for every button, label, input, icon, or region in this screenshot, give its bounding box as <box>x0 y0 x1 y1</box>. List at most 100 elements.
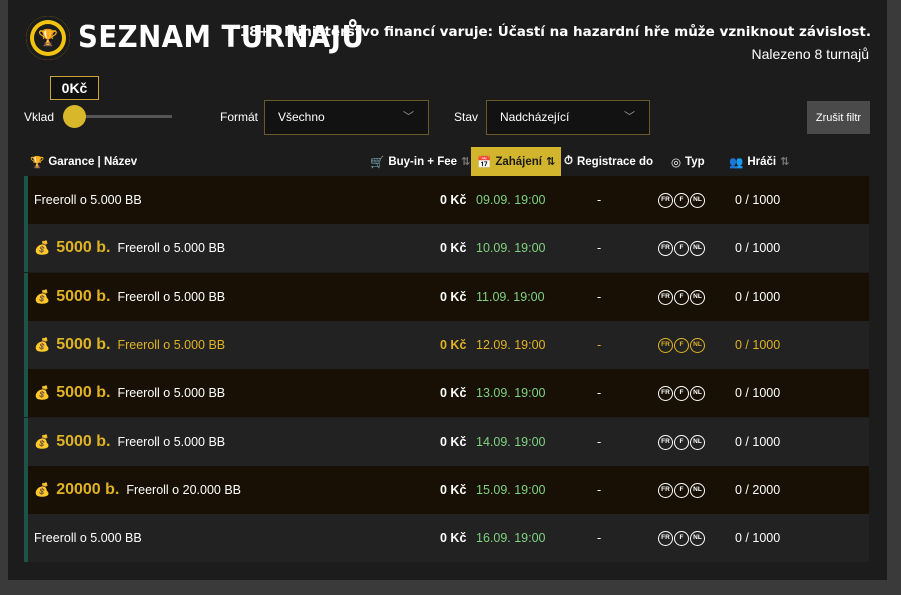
start-date-cell: 13.09. 19:00 <box>476 386 546 400</box>
type-badge: FR <box>658 434 673 450</box>
type-badges: FR F NL <box>658 418 705 466</box>
prize-amount: 5000 b. <box>56 384 111 401</box>
type-badge: F <box>674 240 689 256</box>
type-badge: NL <box>690 434 705 450</box>
prize-amount: 5000 b. <box>56 433 111 450</box>
users-icon: 👥 <box>729 156 744 169</box>
money-bag-icon: 💰 <box>34 385 51 400</box>
type-badge: F <box>674 289 689 305</box>
status-select[interactable]: Nadcházející ﹀ <box>486 100 650 135</box>
table-row[interactable]: 💰 5000 b. Freeroll o 5.000 BB 0 Kč 13.09. 19… <box>24 369 869 417</box>
type-badge: FR <box>658 530 673 546</box>
table-row[interactable]: 💰 5000 b. Freeroll o 5.000 BB 0 Kč 10.09. 19… <box>24 224 869 272</box>
players-cell: 0 / 1000 <box>735 193 781 207</box>
trophy-icon: 🏆 <box>30 156 45 169</box>
start-date-cell: 10.09. 19:00 <box>476 241 546 255</box>
tournament-name-cell: 💰 5000 b. Freeroll o 5.000 BB <box>34 224 225 272</box>
tournament-name-cell: 💰 5000 b. Freeroll o 5.000 BB <box>34 369 225 417</box>
start-date-cell: 09.09. 19:00 <box>476 193 546 207</box>
money-bag-icon: 💰 <box>34 482 51 497</box>
type-badge: F <box>674 434 689 450</box>
buyin-cell: 0 Kč <box>440 483 467 497</box>
type-badges: FR F NL <box>658 273 705 321</box>
type-badge: F <box>674 337 689 353</box>
tournament-name: Freeroll o 5.000 BB <box>117 386 226 400</box>
tournament-name: Freeroll o 5.000 BB <box>34 193 142 207</box>
type-badges: FR F NL <box>658 369 705 417</box>
players-cell: 0 / 1000 <box>735 435 781 449</box>
start-date-cell: 11.09. 19:00 <box>476 290 545 304</box>
registration-cell: - <box>597 435 602 449</box>
buyin-cell: 0 Kč <box>440 435 467 449</box>
stopwatch-icon: ⏱ <box>564 155 573 167</box>
table-row[interactable]: Freeroll o 5.000 BB 0 Kč 16.09. 19:00 - 0 / … <box>24 514 869 562</box>
type-badge: F <box>674 192 689 208</box>
registration-cell: - <box>597 290 602 304</box>
type-badge: FR <box>658 289 673 305</box>
type-badge: F <box>674 482 689 498</box>
players-cell: 0 / 1000 <box>735 241 781 255</box>
table-row[interactable]: 💰 5000 b. Freeroll o 5.000 BB 0 Kč 12.09. 19… <box>24 321 869 369</box>
tournament-name-cell: Freeroll o 5.000 BB <box>34 514 142 562</box>
tournament-name-cell: 💰 20000 b. Freeroll o 20.000 BB <box>34 466 241 514</box>
type-badge: NL <box>690 482 705 498</box>
type-badge: FR <box>658 385 673 401</box>
format-select[interactable]: Všechno ﹀ <box>264 100 429 135</box>
gambling-warning: 18+ | Ministerstvo financí varuje: Účast… <box>239 24 871 40</box>
prize-amount: 5000 b. <box>56 288 111 305</box>
type-badges: FR F NL <box>658 514 705 562</box>
reset-filter-button[interactable]: Zrušit filtr <box>807 101 870 134</box>
players-cell: 0 / 1000 <box>735 386 781 400</box>
table-row[interactable]: 💰 5000 b. Freeroll o 5.000 BB 0 Kč 11.09. 19… <box>24 273 869 321</box>
table-row[interactable]: 💰 5000 b. Freeroll o 5.000 BB 0 Kč 14.09. 19… <box>24 418 869 466</box>
tournament-name: Freeroll o 5.000 BB <box>117 338 226 352</box>
type-badge: NL <box>690 240 705 256</box>
calendar-icon: 📅 <box>477 156 492 169</box>
column-header-start[interactable]: 📅 Zahájení ⇅ <box>471 147 562 176</box>
format-select-value: Všechno <box>278 110 325 124</box>
tournament-name-cell: Freeroll o 5.000 BB <box>34 176 142 224</box>
type-badge: NL <box>690 192 705 208</box>
prize-amount: 20000 b. <box>56 481 120 498</box>
column-type-label: Typ <box>685 155 705 168</box>
type-badge: FR <box>658 192 673 208</box>
players-cell: 0 / 1000 <box>735 290 781 304</box>
sort-icon: ⇅ <box>780 156 790 168</box>
start-date-cell: 12.09. 19:00 <box>476 338 546 352</box>
deposit-slider-track[interactable] <box>74 115 172 118</box>
chevron-down-icon: ﹀ <box>624 111 635 123</box>
type-badge: NL <box>690 385 705 401</box>
buyin-cell: 0 Kč <box>440 338 467 352</box>
start-date-cell: 16.09. 19:00 <box>476 531 546 545</box>
table-row[interactable]: 💰 20000 b. Freeroll o 20.000 BB 0 Kč 15.09. … <box>24 466 869 514</box>
poker-chip-icon: ◎ <box>671 156 682 169</box>
column-registration-label: Registrace do <box>576 155 654 168</box>
deposit-value-tooltip: 0Kč <box>50 76 99 100</box>
sort-ascending-icon: ⇅ <box>545 156 556 168</box>
table-row[interactable]: Freeroll o 5.000 BB 0 Kč 09.09. 19:00 - 0 / … <box>24 176 869 224</box>
buyin-cell: 0 Kč <box>440 241 467 255</box>
tournament-name-cell: 💰 5000 b. Freeroll o 5.000 BB <box>34 273 225 321</box>
deposit-slider-handle[interactable] <box>63 105 86 128</box>
buyin-cell: 0 Kč <box>440 386 467 400</box>
column-header-registration: ⏱ Registrace do <box>564 147 653 176</box>
status-label: Stav <box>454 110 479 124</box>
column-header-players[interactable]: 👥 Hráči ⇅ <box>729 147 789 176</box>
money-bag-icon: 💰 <box>34 434 51 449</box>
type-badge: NL <box>690 530 705 546</box>
format-label: Formát <box>220 110 259 124</box>
type-badge: F <box>674 385 689 401</box>
tournament-name: Freeroll o 5.000 BB <box>34 531 142 545</box>
column-header-buyin[interactable]: 🛒 Buy-in + Fee ⇅ <box>370 147 470 176</box>
type-badge: FR <box>658 240 673 256</box>
results-count: Nalezeno 8 turnajů <box>751 46 869 62</box>
registration-cell: - <box>597 483 602 497</box>
sort-icon: ⇅ <box>461 156 471 168</box>
column-players-label: Hráči <box>747 155 777 168</box>
type-badges: FR F NL <box>658 176 705 224</box>
tournament-name: Freeroll o 5.000 BB <box>117 435 226 449</box>
registration-cell: - <box>597 531 602 545</box>
start-date-cell: 14.09. 19:00 <box>476 435 546 449</box>
type-badges: FR F NL <box>658 321 705 369</box>
column-buyin-label: Buy-in + Fee <box>388 155 458 168</box>
